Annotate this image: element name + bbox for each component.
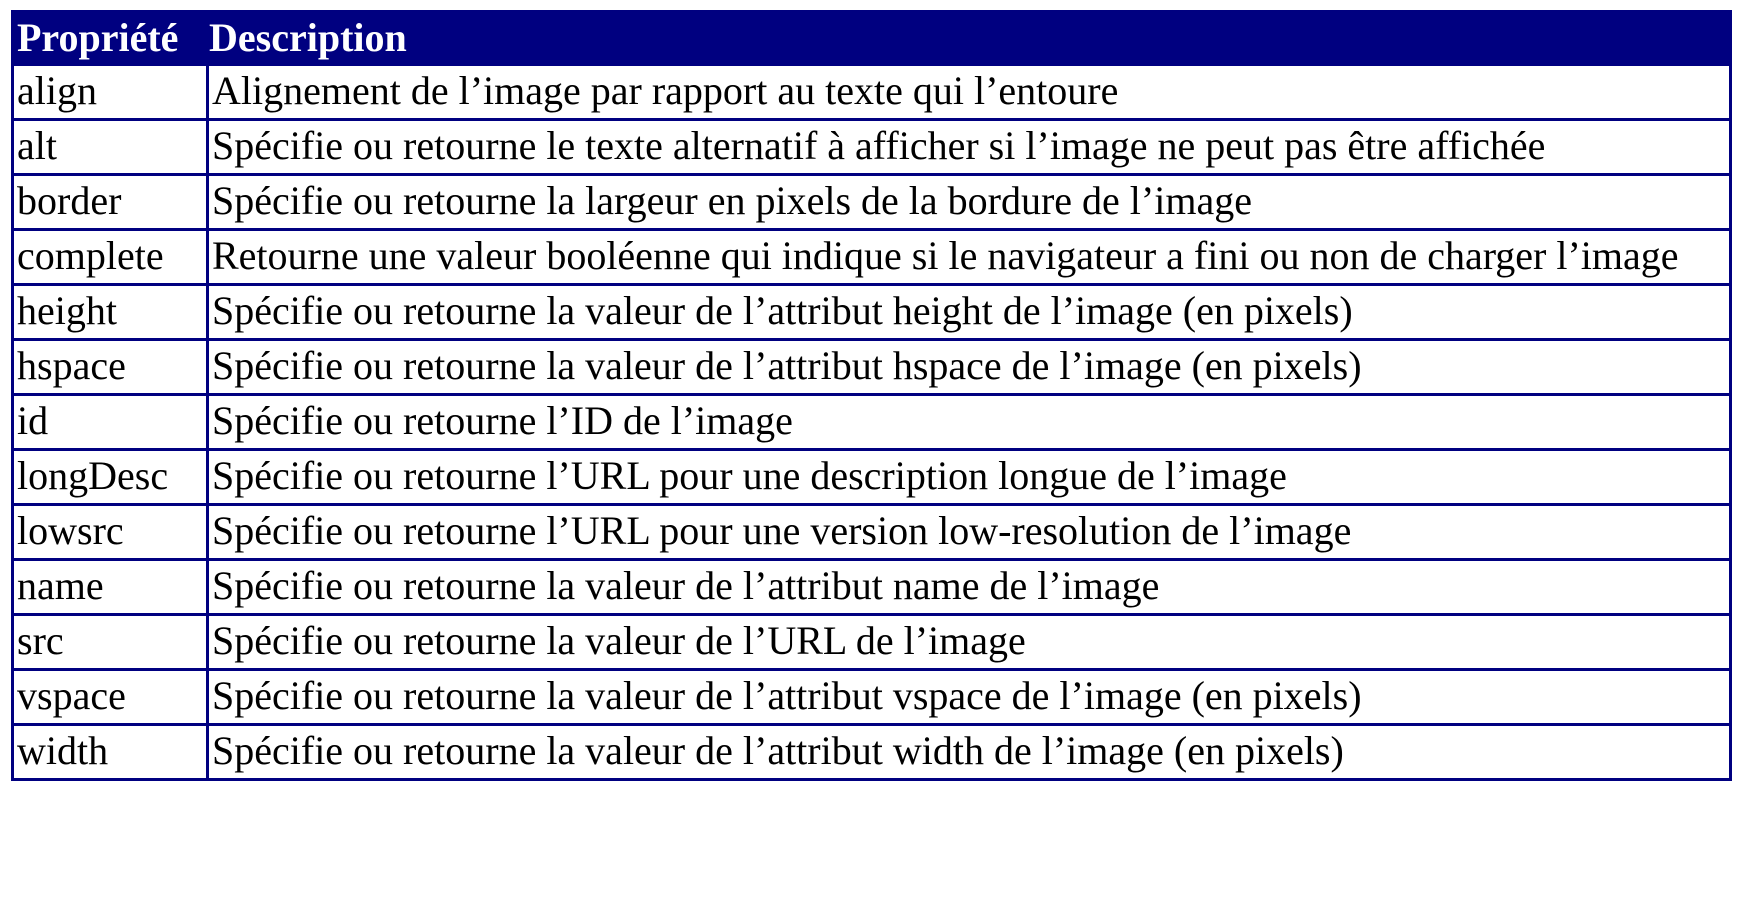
- description-cell: Spécifie ou retourne l’ID de l’image: [206, 393, 1732, 451]
- description-cell: Spécifie ou retourne la valeur de l’attr…: [206, 668, 1732, 726]
- property-cell: name: [11, 558, 209, 616]
- header-description: Description: [206, 10, 1732, 66]
- property-cell: lowsrc: [11, 503, 209, 561]
- description-cell: Spécifie ou retourne la valeur de l’attr…: [206, 283, 1732, 341]
- property-cell: height: [11, 283, 209, 341]
- header-property: Propriété: [11, 10, 209, 66]
- table-row: hspace Spécifie ou retourne la valeur de…: [11, 338, 1732, 396]
- description-cell: Spécifie ou retourne la valeur de l’URL …: [206, 613, 1732, 671]
- header-row: Propriété Description: [11, 10, 1732, 66]
- property-cell: complete: [11, 228, 209, 286]
- table-row: src Spécifie ou retourne la valeur de l’…: [11, 613, 1732, 671]
- property-cell: align: [11, 63, 209, 121]
- description-cell: Alignement de l’image par rapport au tex…: [206, 63, 1732, 121]
- property-cell: width: [11, 723, 209, 781]
- table-row: width Spécifie ou retourne la valeur de …: [11, 723, 1732, 781]
- property-cell: vspace: [11, 668, 209, 726]
- description-cell: Spécifie ou retourne le texte alternatif…: [206, 118, 1732, 176]
- properties-table-container: Propriété Description align Alignement d…: [11, 10, 1732, 781]
- property-cell: longDesc: [11, 448, 209, 506]
- table-row: border Spécifie ou retourne la largeur e…: [11, 173, 1732, 231]
- table-row: lowsrc Spécifie ou retourne l’URL pour u…: [11, 503, 1732, 561]
- image-properties-table: Propriété Description align Alignement d…: [11, 10, 1732, 781]
- description-cell: Spécifie ou retourne la valeur de l’attr…: [206, 558, 1732, 616]
- property-cell: id: [11, 393, 209, 451]
- property-cell: hspace: [11, 338, 209, 396]
- table-row: name Spécifie ou retourne la valeur de l…: [11, 558, 1732, 616]
- description-cell: Retourne une valeur booléenne qui indiqu…: [206, 228, 1732, 286]
- table-row: complete Retourne une valeur booléenne q…: [11, 228, 1732, 286]
- table-row: vspace Spécifie ou retourne la valeur de…: [11, 668, 1732, 726]
- table-header: Propriété Description: [11, 10, 1732, 66]
- table-row: alt Spécifie ou retourne le texte altern…: [11, 118, 1732, 176]
- description-cell: Spécifie ou retourne la valeur de l’attr…: [206, 723, 1732, 781]
- description-cell: Spécifie ou retourne la valeur de l’attr…: [206, 338, 1732, 396]
- table-row: longDesc Spécifie ou retourne l’URL pour…: [11, 448, 1732, 506]
- property-cell: alt: [11, 118, 209, 176]
- description-cell: Spécifie ou retourne la largeur en pixel…: [206, 173, 1732, 231]
- table-row: align Alignement de l’image par rapport …: [11, 63, 1732, 121]
- description-cell: Spécifie ou retourne l’URL pour une vers…: [206, 503, 1732, 561]
- property-cell: src: [11, 613, 209, 671]
- table-row: height Spécifie ou retourne la valeur de…: [11, 283, 1732, 341]
- description-cell: Spécifie ou retourne l’URL pour une desc…: [206, 448, 1732, 506]
- property-cell: border: [11, 173, 209, 231]
- table-body: align Alignement de l’image par rapport …: [11, 63, 1732, 781]
- table-row: id Spécifie ou retourne l’ID de l’image: [11, 393, 1732, 451]
